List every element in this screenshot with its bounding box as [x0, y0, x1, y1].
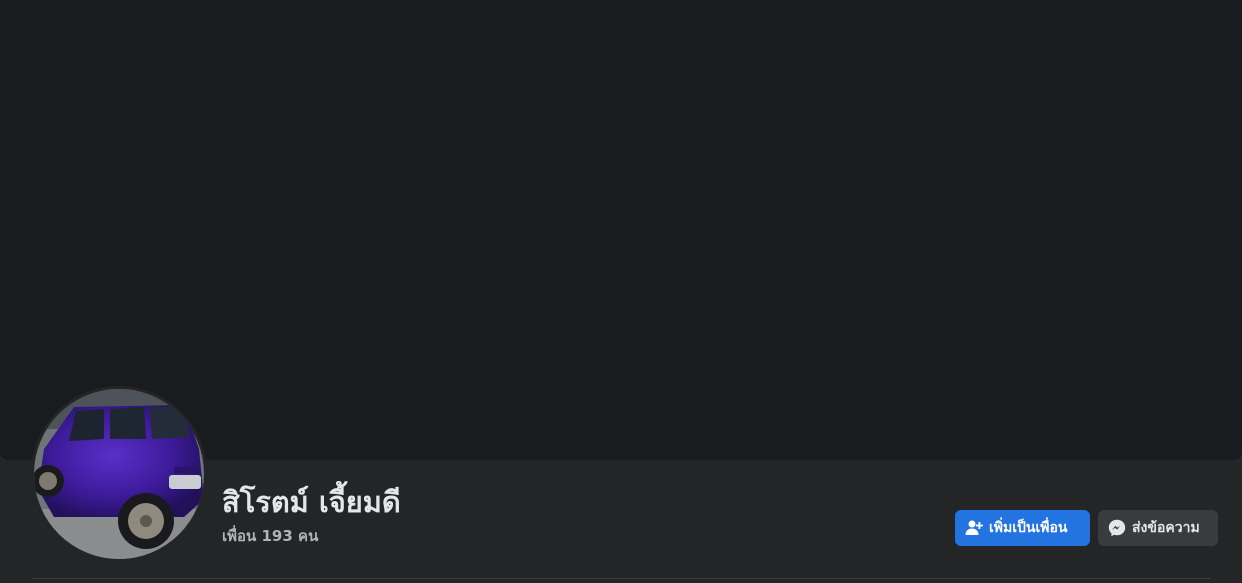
friends-count[interactable]: เพื่อน 193 คน — [222, 526, 318, 546]
profile-picture[interactable] — [34, 389, 204, 559]
profile-page: สิโรตม์ เจี้ยมดี เพื่อน 193 คน เพิ่มเป็น… — [0, 0, 1242, 583]
profile-divider — [32, 578, 1210, 579]
messenger-icon — [1108, 519, 1126, 537]
cover-photo[interactable] — [0, 0, 1242, 460]
profile-picture-frame[interactable] — [31, 386, 207, 562]
send-message-button[interactable]: ส่งข้อความ — [1098, 510, 1218, 546]
add-friend-button[interactable]: เพิ่มเป็นเพื่อน — [955, 510, 1090, 546]
send-message-label: ส่งข้อความ — [1132, 520, 1200, 536]
profile-name: สิโรตม์ เจี้ยมดี — [222, 485, 401, 519]
add-friend-label: เพิ่มเป็นเพื่อน — [989, 520, 1068, 536]
person-plus-icon — [965, 519, 983, 537]
